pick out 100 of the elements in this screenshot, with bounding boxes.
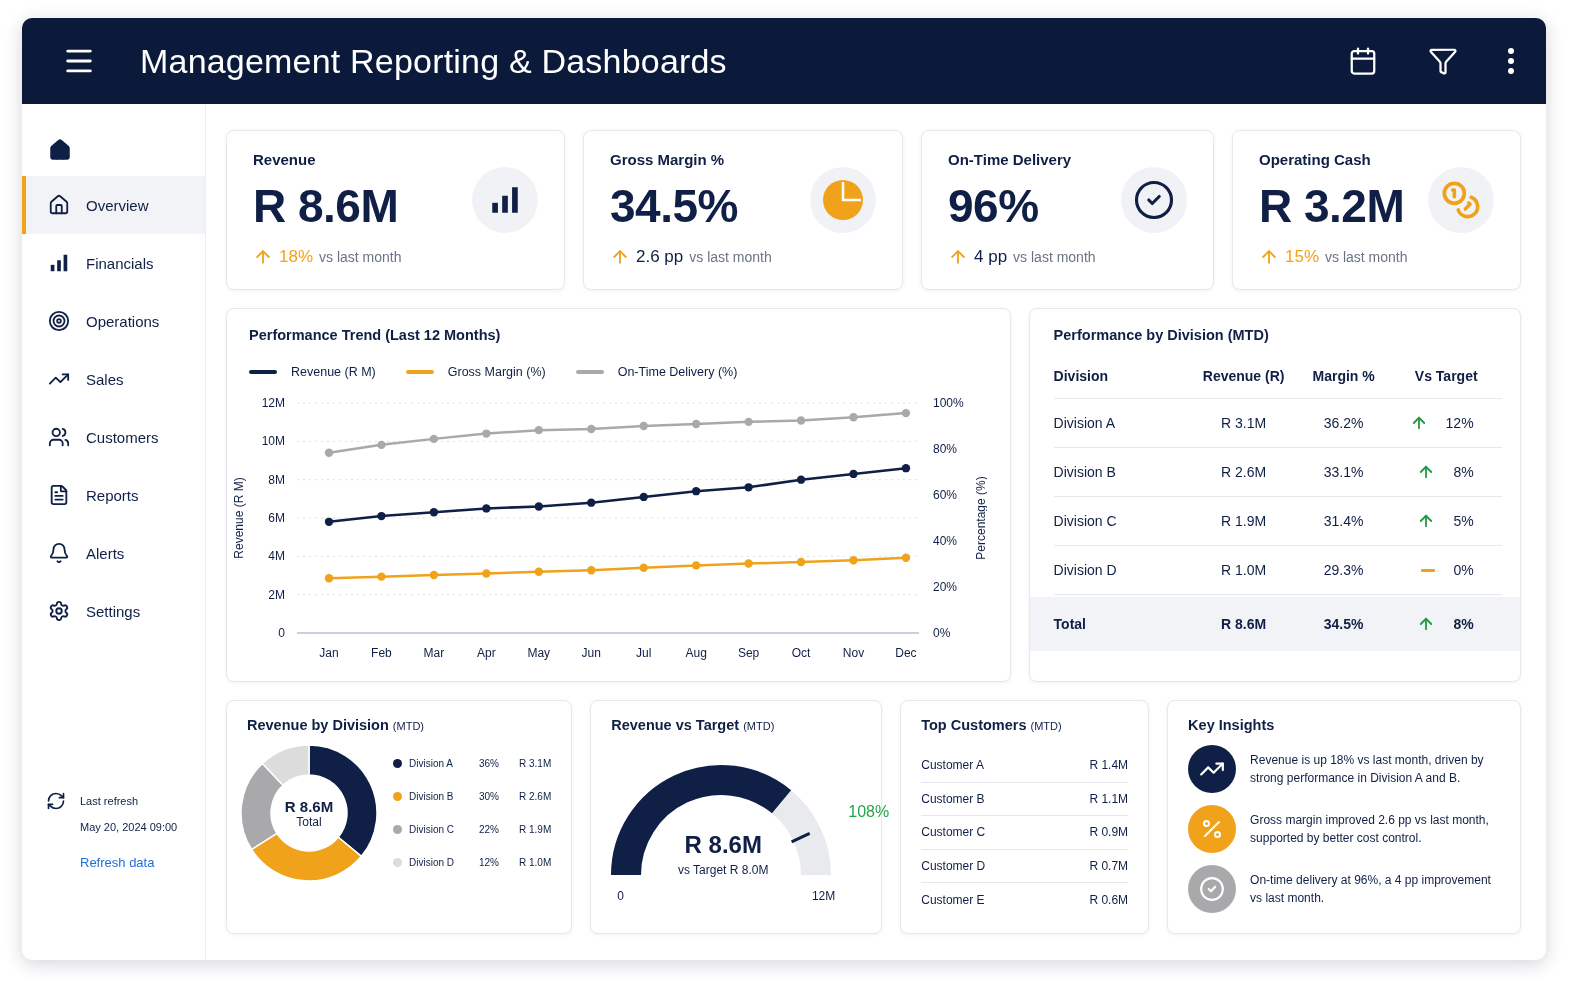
axis-tick-label: Nov xyxy=(842,646,865,660)
card-title: Performance Trend (Last 12 Months) xyxy=(249,327,502,343)
legend-label: Division B xyxy=(409,791,455,802)
axis-title: Revenue (R M) xyxy=(232,477,246,559)
data-point xyxy=(744,559,753,568)
data-point xyxy=(901,553,911,562)
legend-amount: R 1.0M xyxy=(519,857,552,868)
gauge-caption: vs Target R 8.0M xyxy=(677,863,770,877)
axis-tick-label: 10M xyxy=(261,434,285,449)
data-point xyxy=(901,408,911,418)
kpi-label: On-Time Delivery xyxy=(948,151,1073,170)
table-cell-text: R 1.0M xyxy=(1220,562,1268,578)
legend-amount: R 2.6M xyxy=(519,791,552,802)
legend-amount: R 3.1M xyxy=(519,758,552,769)
table-cell-text: R 1.9M xyxy=(1220,513,1268,529)
data-point xyxy=(691,561,701,570)
more-options-icon xyxy=(1508,48,1514,74)
axis-tick-label: Oct xyxy=(791,646,811,660)
kpi-value: R 3.2M xyxy=(1259,179,1406,234)
table-cell-text: Division D xyxy=(1053,562,1118,578)
customer-name: Customer E xyxy=(921,892,985,907)
axis-tick-label: Sep xyxy=(737,646,760,660)
insight-text: Revenue is up 18% vs last month, driven by strong performance in Division A and B. xyxy=(1250,752,1485,787)
axis-tick-label: 0 xyxy=(278,626,285,640)
axis-tick-label: 12M xyxy=(261,396,285,410)
data-point xyxy=(534,502,543,511)
kpi-label: Operating Cash xyxy=(1259,151,1372,170)
data-point xyxy=(796,475,806,484)
legend-label: On-Time Delivery (%) xyxy=(617,365,738,379)
column-header: Division xyxy=(1053,367,1110,384)
column-header: Revenue (R) xyxy=(1201,367,1286,384)
table-cell-text: 34.5% xyxy=(1322,616,1365,632)
data-point xyxy=(324,517,334,527)
settings-icon xyxy=(48,600,70,622)
gauge-max-label: 12M xyxy=(811,889,836,903)
data-point xyxy=(587,566,596,575)
data-point xyxy=(691,419,701,429)
legend-label: Division C xyxy=(409,824,455,835)
axis-tick-label: 100% xyxy=(933,396,964,410)
table-cell-text: 29.3% xyxy=(1322,562,1365,578)
target-marker xyxy=(791,831,811,844)
data-point xyxy=(482,504,491,513)
data-point xyxy=(796,557,806,567)
column-header: Vs Target xyxy=(1413,367,1479,384)
kpi-comparison: vs last month xyxy=(1013,248,1096,265)
kpi-change: 4 pp xyxy=(974,246,1008,267)
sidebar-item[interactable]: Reports xyxy=(22,466,205,524)
customer-name: Customer D xyxy=(921,858,986,873)
sidebar-item[interactable]: Operations xyxy=(22,292,205,350)
kpi-comparison: vs last month xyxy=(1325,248,1408,265)
table-cell-text: Total xyxy=(1053,616,1087,632)
axis-tick-label: 60% xyxy=(933,488,958,502)
legend-label: Division D xyxy=(409,857,455,868)
coins-icon xyxy=(1441,180,1481,220)
table-cell-text: R 3.1M xyxy=(1220,415,1268,431)
data-point xyxy=(534,567,543,576)
data-point xyxy=(429,570,439,580)
data-point xyxy=(901,463,911,473)
home-icon xyxy=(48,194,70,216)
refresh-link[interactable]: Refresh data xyxy=(80,855,205,870)
axis-tick-label: Dec xyxy=(895,646,917,660)
table-cell-text: R 8.6M xyxy=(1220,616,1268,632)
data-point xyxy=(587,424,596,434)
axis-tick-label: 0% xyxy=(933,626,951,640)
customer-value: R 1.4M xyxy=(1089,758,1129,773)
legend-share: 30% xyxy=(479,791,500,802)
sidebar-item[interactable]: Settings xyxy=(22,582,205,640)
data-point xyxy=(744,483,753,492)
sidebar-item[interactable]: Overview xyxy=(22,176,205,234)
data-point xyxy=(639,421,648,431)
data-point xyxy=(482,429,491,438)
data-point xyxy=(482,569,491,578)
data-point xyxy=(849,556,858,565)
insight-text: Gross margin improved 2.6 pp vs last month, supported by better cost control. xyxy=(1250,812,1490,847)
data-point xyxy=(849,469,858,479)
data-point xyxy=(377,572,386,581)
data-point xyxy=(324,574,334,583)
legend-share: 12% xyxy=(479,857,500,868)
legend-amount: R 1.9M xyxy=(519,824,552,835)
donut-center-label: Total xyxy=(296,814,322,829)
axis-tick-label: 40% xyxy=(933,534,958,548)
kpi-label: Gross Margin % xyxy=(610,151,726,170)
data-point xyxy=(377,511,386,521)
sidebar-item[interactable]: Alerts xyxy=(22,524,205,582)
table-cell: 8% xyxy=(1453,464,1474,480)
sidebar-item[interactable]: Customers xyxy=(22,408,205,466)
data-point xyxy=(429,434,439,444)
axis-tick-label: 8M xyxy=(268,472,285,487)
page-title: Management Reporting & Dashboards xyxy=(140,41,728,81)
sidebar-item[interactable]: Sales xyxy=(22,350,205,408)
data-point xyxy=(691,486,701,496)
sidebar-item[interactable]: Financials xyxy=(22,234,205,292)
table-cell-text: Division A xyxy=(1053,415,1117,431)
table-cell: 0% xyxy=(1453,562,1474,578)
kpi-value: R 8.6M xyxy=(253,179,400,234)
legend-label: Revenue (R M) xyxy=(291,365,376,379)
card-title: Key Insights xyxy=(1188,717,1276,733)
customer-value: R 1.1M xyxy=(1089,791,1129,806)
kpi-label: Revenue xyxy=(253,151,317,170)
axis-tick-label: Feb xyxy=(371,646,392,660)
